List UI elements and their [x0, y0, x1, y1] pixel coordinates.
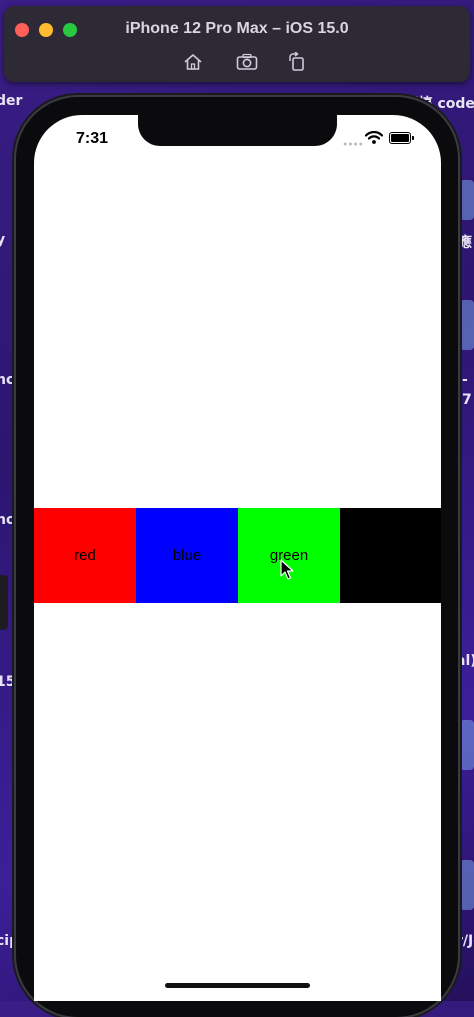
status-time: 7:31 — [76, 130, 109, 147]
desktop-label: al) — [456, 653, 474, 669]
desktop-icon-tile — [460, 720, 474, 770]
battery-icon — [389, 132, 414, 144]
blue-label-cell: blue — [136, 508, 238, 603]
screenshot-icon[interactable] — [235, 52, 259, 72]
window-title: iPhone 12 Pro Max – iOS 15.0 — [125, 20, 349, 37]
notch — [138, 115, 337, 146]
desktop-label: der — [0, 93, 23, 109]
color-stack-view: red blue green — [34, 508, 441, 603]
desktop-label: y — [0, 232, 6, 248]
wifi-icon — [364, 131, 384, 149]
simulator-titlebar: iPhone 12 Pro Max – iOS 15.0 — [4, 6, 470, 82]
desktop-label: no — [0, 512, 16, 528]
green-label-cell: green — [238, 508, 340, 603]
phone-screen: 7:31 ●●●● red blue green — [34, 115, 441, 1001]
cellular-signal-icon: ●●●● — [343, 141, 364, 148]
desktop-label: 7 — [462, 392, 472, 408]
desktop-icon-tile — [460, 300, 474, 350]
desktop-label: - — [462, 372, 468, 388]
home-icon[interactable] — [182, 52, 204, 72]
desktop-label: 15 — [0, 674, 16, 690]
mouse-pointer-icon — [280, 559, 294, 586]
rotate-icon[interactable] — [286, 52, 308, 72]
black-label-cell — [340, 508, 441, 603]
desktop-icon-tile — [0, 575, 8, 630]
desktop-label: r/Jo — [456, 933, 474, 949]
home-indicator[interactable] — [165, 983, 310, 988]
desktop-icon-tile — [460, 860, 474, 910]
desktop-icon-tile — [460, 180, 474, 220]
desktop-label: nc — [0, 372, 15, 388]
red-label-cell: red — [34, 508, 136, 603]
desktop-label: 應 — [458, 235, 472, 251]
